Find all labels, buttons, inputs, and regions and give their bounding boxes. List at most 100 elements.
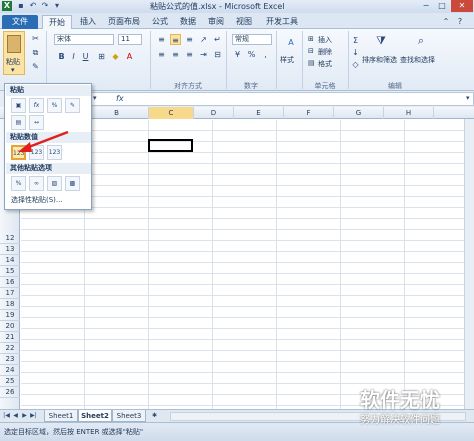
font-size-select[interactable]: 11 — [118, 34, 142, 45]
row-header[interactable]: 15 — [0, 266, 20, 277]
column-header-g[interactable]: G — [334, 107, 384, 119]
row-header[interactable]: 22 — [0, 343, 20, 354]
align-top-icon[interactable]: ≡ — [156, 34, 167, 45]
percent-icon[interactable]: % — [246, 49, 257, 60]
column-header-h[interactable]: H — [384, 107, 434, 119]
column-header-f[interactable]: F — [284, 107, 334, 119]
merge-center-icon[interactable]: ⊟ — [212, 49, 223, 60]
paste-picture-icon[interactable]: ▨ — [47, 176, 62, 191]
tab-formulas[interactable]: 公式 — [148, 15, 172, 29]
wrap-text-icon[interactable]: ↵ — [212, 34, 223, 45]
row-header[interactable]: 23 — [0, 354, 20, 365]
underline-icon[interactable]: U — [80, 51, 91, 62]
prev-sheet-icon[interactable]: ◀ — [11, 411, 20, 421]
close-button[interactable]: ✕ — [451, 0, 473, 12]
column-header-e[interactable]: E — [234, 107, 284, 119]
tab-home[interactable]: 开始 — [42, 15, 72, 29]
fill-icon[interactable]: ↓ — [350, 47, 361, 58]
align-middle-icon[interactable]: ≡ — [170, 34, 181, 45]
row-header[interactable]: 26 — [0, 387, 20, 398]
copy-icon[interactable]: ⧉ — [30, 47, 41, 58]
row-header[interactable]: 16 — [0, 277, 20, 288]
row-header[interactable]: 14 — [0, 255, 20, 266]
paste-default-icon[interactable]: ▣ — [11, 98, 26, 113]
tab-insert[interactable]: 插入 — [76, 15, 100, 29]
comma-icon[interactable]: , — [260, 49, 271, 60]
tab-page-layout[interactable]: 页面布局 — [104, 15, 144, 29]
name-box-dropdown-icon[interactable]: ▾ — [93, 94, 105, 104]
italic-icon[interactable]: I — [68, 51, 79, 62]
number-format-select[interactable]: 常规 — [232, 34, 272, 45]
align-left-icon[interactable]: ≡ — [156, 49, 167, 60]
cut-icon[interactable]: ✂ — [30, 33, 41, 44]
clear-icon[interactable]: ◇ — [350, 59, 361, 70]
tab-file[interactable]: 文件 — [2, 15, 38, 29]
sheet-tab-sheet2[interactable]: Sheet2 — [78, 410, 112, 422]
delete-cells-button[interactable]: 删除 — [318, 47, 332, 57]
undo-icon[interactable]: ↶ — [28, 1, 38, 11]
column-header-c[interactable]: C — [149, 107, 194, 119]
help-icon[interactable]: ? — [454, 15, 466, 29]
row-header[interactable]: 21 — [0, 332, 20, 343]
align-bottom-icon[interactable]: ≡ — [184, 34, 195, 45]
paste-formatting-icon[interactable]: % — [11, 176, 26, 191]
formula-expand-icon[interactable]: ▾ — [466, 94, 474, 104]
row-header[interactable]: 25 — [0, 376, 20, 387]
tab-developer[interactable]: 开发工具 — [262, 15, 302, 29]
find-select-button[interactable]: 查找和选择 — [400, 55, 435, 65]
fill-color-icon[interactable]: ◆ — [110, 51, 121, 62]
sheet-tab-sheet1[interactable]: Sheet1 — [44, 410, 78, 422]
sort-filter-icon[interactable]: ⧩ — [374, 35, 388, 49]
align-center-icon[interactable]: ≡ — [170, 49, 181, 60]
font-color-icon[interactable]: A — [124, 51, 135, 62]
ribbon-minimize-icon[interactable]: ⌃ — [440, 15, 452, 29]
bold-icon[interactable]: B — [56, 51, 67, 62]
find-select-icon[interactable]: ⌕ — [414, 35, 428, 49]
minimize-button[interactable]: − — [418, 0, 434, 12]
last-sheet-icon[interactable]: ▶| — [29, 411, 38, 421]
format-painter-icon[interactable]: ✎ — [30, 61, 41, 72]
qat-dropdown-icon[interactable]: ▾ — [52, 1, 62, 11]
vertical-scrollbar[interactable] — [464, 119, 474, 409]
first-sheet-icon[interactable]: |◀ — [2, 411, 11, 421]
paste-formulas-icon[interactable]: fx — [29, 98, 44, 113]
column-header-b[interactable]: B — [85, 107, 149, 119]
paste-linked-picture-icon[interactable]: ▩ — [65, 176, 80, 191]
sort-filter-button[interactable]: 排序和筛选 — [362, 55, 397, 65]
paste-keep-source-icon[interactable]: ✎ — [65, 98, 80, 113]
active-cell[interactable] — [148, 139, 193, 152]
maximize-button[interactable]: □ — [434, 0, 450, 12]
align-right-icon[interactable]: ≡ — [184, 49, 195, 60]
tab-data[interactable]: 数据 — [176, 15, 200, 29]
row-header[interactable]: 12 — [0, 233, 20, 244]
borders-icon[interactable]: ⊞ — [96, 51, 107, 62]
styles-icon[interactable]: A — [284, 37, 298, 51]
next-sheet-icon[interactable]: ▶ — [20, 411, 29, 421]
paste-special-menu-item[interactable]: 选择性粘贴(S)... — [11, 195, 63, 205]
insert-function-icon[interactable]: fx — [116, 94, 128, 104]
format-cells-button[interactable]: 格式 — [318, 59, 332, 69]
row-header[interactable]: 18 — [0, 299, 20, 310]
paste-link-icon[interactable]: ∞ — [29, 176, 44, 191]
paste-button[interactable]: 粘贴 ▾ — [3, 31, 25, 75]
autosum-icon[interactable]: Σ — [350, 35, 361, 46]
orientation-icon[interactable]: ↗ — [198, 34, 209, 45]
sheet-tab-sheet3[interactable]: Sheet3 — [112, 410, 146, 422]
currency-icon[interactable]: ¥ — [232, 49, 243, 60]
row-header[interactable]: 13 — [0, 244, 20, 255]
tab-review[interactable]: 审阅 — [204, 15, 228, 29]
formula-input[interactable] — [90, 92, 474, 106]
row-header[interactable]: 20 — [0, 321, 20, 332]
insert-sheet-icon[interactable]: ✱ — [150, 411, 159, 421]
paste-formulas-format-icon[interactable]: % — [47, 98, 62, 113]
save-icon[interactable]: ▪ — [16, 1, 26, 11]
row-header[interactable]: 17 — [0, 288, 20, 299]
indent-icon[interactable]: ⇥ — [198, 49, 209, 60]
font-name-select[interactable]: 宋体 — [54, 34, 114, 45]
insert-cells-button[interactable]: 插入 — [318, 35, 332, 45]
redo-icon[interactable]: ↷ — [40, 1, 50, 11]
row-header[interactable]: 19 — [0, 310, 20, 321]
tab-view[interactable]: 视图 — [232, 15, 256, 29]
styles-label[interactable]: 样式 — [280, 55, 294, 65]
column-header-d[interactable]: D — [194, 107, 234, 119]
